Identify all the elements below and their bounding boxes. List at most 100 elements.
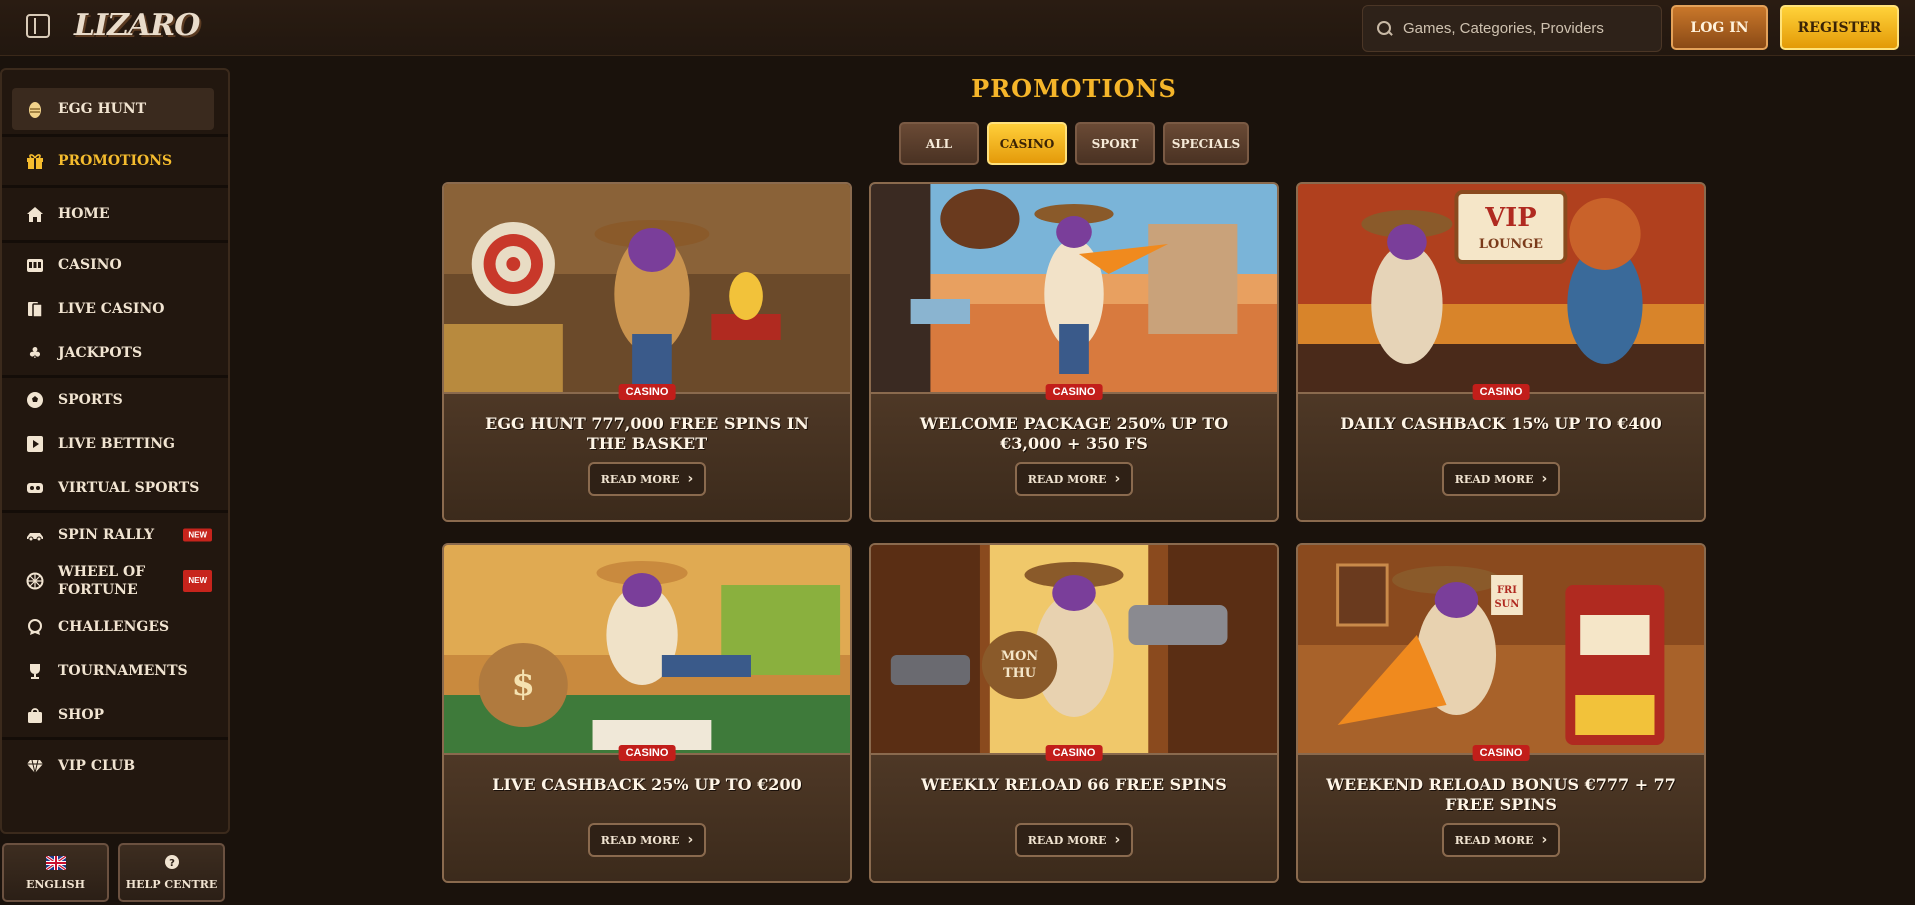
sidebar-item-virtual-sports[interactable]: VIRTUAL SPORTS bbox=[2, 466, 228, 510]
category-badge: CASINO bbox=[618, 745, 676, 761]
promo-card: CASINO EGG HUNT 777,000 FREE SPINS IN TH… bbox=[442, 182, 852, 522]
race-car-icon bbox=[26, 526, 44, 544]
svg-text:MON: MON bbox=[1001, 649, 1038, 664]
svg-text:$: $ bbox=[512, 663, 535, 703]
read-more-button[interactable]: READ MORE › bbox=[1442, 823, 1560, 857]
site-logo[interactable]: LIZARO bbox=[74, 8, 200, 43]
sidebar-item-live-casino[interactable]: LIVE CASINO bbox=[2, 287, 228, 331]
promo-image-weekend-reload: FRI SUN bbox=[1298, 545, 1704, 753]
chevron-right-icon: › bbox=[1541, 471, 1548, 487]
promo-card-body: LIVE CASHBACK 25% UP TO €200 READ MORE › bbox=[444, 753, 850, 881]
sidebar-item-jackpots[interactable]: ♣ JACKPOTS bbox=[2, 331, 228, 375]
sidebar-item-label: SPIN RALLY bbox=[58, 527, 155, 543]
read-more-label: READ MORE bbox=[600, 472, 680, 486]
sidebar-item-label: EGG HUNT bbox=[58, 101, 147, 117]
promo-card-body: DAILY CASHBACK 15% UP TO €400 READ MORE … bbox=[1298, 392, 1704, 520]
tab-all[interactable]: ALL bbox=[899, 122, 979, 165]
promo-title: WEEKEND RELOAD BONUS €777 + 77 FREE SPIN… bbox=[1326, 775, 1676, 814]
sidebar-item-label: LIVE CASINO bbox=[58, 301, 165, 317]
sidebar-item-vip-club[interactable]: VIP CLUB bbox=[2, 740, 228, 792]
promo-card: MON THU CASINO WEEKLY RELOAD 66 FREE SPI… bbox=[869, 543, 1279, 883]
read-more-button[interactable]: READ MORE › bbox=[588, 462, 706, 496]
chevron-right-icon: › bbox=[1114, 471, 1121, 487]
sidebar-item-label: CASINO bbox=[58, 257, 122, 273]
read-more-label: READ MORE bbox=[1027, 833, 1107, 847]
promo-filter-tabs: ALL CASINO SPORT SPECIALS bbox=[899, 122, 1249, 165]
sidebar-item-wheel-of-fortune[interactable]: WHEEL OF FORTUNE NEW bbox=[2, 557, 228, 605]
promo-title: WEEKLY RELOAD 66 FREE SPINS bbox=[921, 775, 1227, 794]
tab-specials[interactable]: SPECIALS bbox=[1163, 122, 1249, 165]
medal-icon bbox=[26, 618, 44, 636]
sidebar-item-spin-rally[interactable]: SPIN RALLY NEW bbox=[2, 513, 228, 557]
promo-image-egg-hunt bbox=[444, 184, 850, 392]
search-box[interactable] bbox=[1362, 5, 1662, 52]
sidebar-item-label: TOURNAMENTS bbox=[58, 663, 188, 679]
category-badge: CASINO bbox=[618, 384, 676, 400]
svg-text:FRI: FRI bbox=[1497, 585, 1517, 596]
sidebar-item-casino[interactable]: CASINO bbox=[2, 243, 228, 287]
promo-card-body: WELCOME PACKAGE 250% UP TO €3,000 + 350 … bbox=[871, 392, 1277, 520]
trophy-icon bbox=[26, 662, 44, 680]
play-icon bbox=[26, 435, 44, 453]
promo-image-daily-cashback: VIP LOUNGE bbox=[1298, 184, 1704, 392]
promo-card: FRI SUN CASINO WEEKEND RELOAD BONUS €777… bbox=[1296, 543, 1706, 883]
login-button[interactable]: LOG IN bbox=[1671, 5, 1768, 50]
chevron-right-icon: › bbox=[1114, 832, 1121, 848]
read-more-button[interactable]: READ MORE › bbox=[1015, 462, 1133, 496]
promo-card: VIP LOUNGE CASINO DAILY CASHBACK 15% UP … bbox=[1296, 182, 1706, 522]
search-input[interactable] bbox=[1403, 20, 1643, 37]
category-badge: CASINO bbox=[1045, 384, 1103, 400]
category-badge: CASINO bbox=[1472, 745, 1530, 761]
read-more-button[interactable]: READ MORE › bbox=[1015, 823, 1133, 857]
promo-image-live-cashback: $ bbox=[444, 545, 850, 753]
diamond-icon bbox=[26, 757, 44, 775]
help-centre-button[interactable]: ? HELP CENTRE bbox=[118, 843, 225, 902]
category-badge: CASINO bbox=[1045, 745, 1103, 761]
shopping-bag-icon bbox=[26, 706, 44, 724]
sidebar-item-home[interactable]: HOME bbox=[2, 188, 228, 240]
language-button[interactable]: ENGLISH bbox=[2, 843, 109, 902]
read-more-button[interactable]: READ MORE › bbox=[1442, 462, 1560, 496]
svg-text:SUN: SUN bbox=[1495, 599, 1520, 610]
promo-title: LIVE CASHBACK 25% UP TO €200 bbox=[492, 775, 802, 794]
sidebar-item-label: VIRTUAL SPORTS bbox=[58, 480, 200, 496]
read-more-button[interactable]: READ MORE › bbox=[588, 823, 706, 857]
language-label: ENGLISH bbox=[25, 877, 86, 891]
sidebar-item-shop[interactable]: SHOP bbox=[2, 693, 228, 737]
tab-casino[interactable]: CASINO bbox=[987, 122, 1067, 165]
soccer-ball-icon bbox=[26, 391, 44, 409]
sidebar-item-promotions[interactable]: PROMOTIONS bbox=[2, 137, 228, 185]
sidebar-item-label: WHEEL OF FORTUNE bbox=[58, 564, 146, 598]
tab-sport[interactable]: SPORT bbox=[1075, 122, 1155, 165]
promo-title: EGG HUNT 777,000 FREE SPINS IN THE BASKE… bbox=[485, 414, 809, 453]
chevron-right-icon: › bbox=[687, 471, 694, 487]
sidebar-item-sports[interactable]: SPORTS bbox=[2, 378, 228, 422]
promo-card: CASINO WELCOME PACKAGE 250% UP TO €3,000… bbox=[869, 182, 1279, 522]
promo-card: $ CASINO LIVE CASHBACK 25% UP TO €200 RE… bbox=[442, 543, 852, 883]
svg-text:?: ? bbox=[169, 858, 175, 869]
register-button[interactable]: REGISTER bbox=[1780, 5, 1899, 50]
slot-machine-icon bbox=[26, 256, 44, 274]
wheel-icon bbox=[26, 572, 44, 590]
promo-title: WELCOME PACKAGE 250% UP TO €3,000 + 350 … bbox=[919, 414, 1229, 453]
read-more-label: READ MORE bbox=[1454, 833, 1534, 847]
svg-text:THU: THU bbox=[1003, 666, 1036, 681]
sidebar-toggle-icon[interactable] bbox=[26, 14, 50, 38]
search-icon bbox=[1377, 20, 1393, 37]
vr-headset-icon bbox=[26, 479, 44, 497]
promo-card-body: WEEKLY RELOAD 66 FREE SPINS READ MORE › bbox=[871, 753, 1277, 881]
sidebar-item-label: SHOP bbox=[58, 707, 105, 723]
promo-image-weekly-reload: MON THU bbox=[871, 545, 1277, 753]
sidebar-item-label: CHALLENGES bbox=[58, 619, 170, 635]
sidebar-item-live-betting[interactable]: LIVE BETTING bbox=[2, 422, 228, 466]
sidebar: EGG HUNT PROMOTIONS HOME CASINO LIVE CAS… bbox=[0, 68, 230, 834]
gift-icon bbox=[26, 152, 44, 170]
cards-icon bbox=[26, 300, 44, 318]
read-more-label: READ MORE bbox=[1027, 472, 1107, 486]
sidebar-item-tournaments[interactable]: TOURNAMENTS bbox=[2, 649, 228, 693]
sidebar-item-label: VIP CLUB bbox=[58, 758, 136, 774]
sidebar-item-label: LIVE BETTING bbox=[58, 436, 175, 452]
help-icon: ? bbox=[164, 854, 180, 874]
sidebar-item-challenges[interactable]: CHALLENGES bbox=[2, 605, 228, 649]
top-header: LIZARO LOG IN REGISTER bbox=[0, 0, 1915, 56]
